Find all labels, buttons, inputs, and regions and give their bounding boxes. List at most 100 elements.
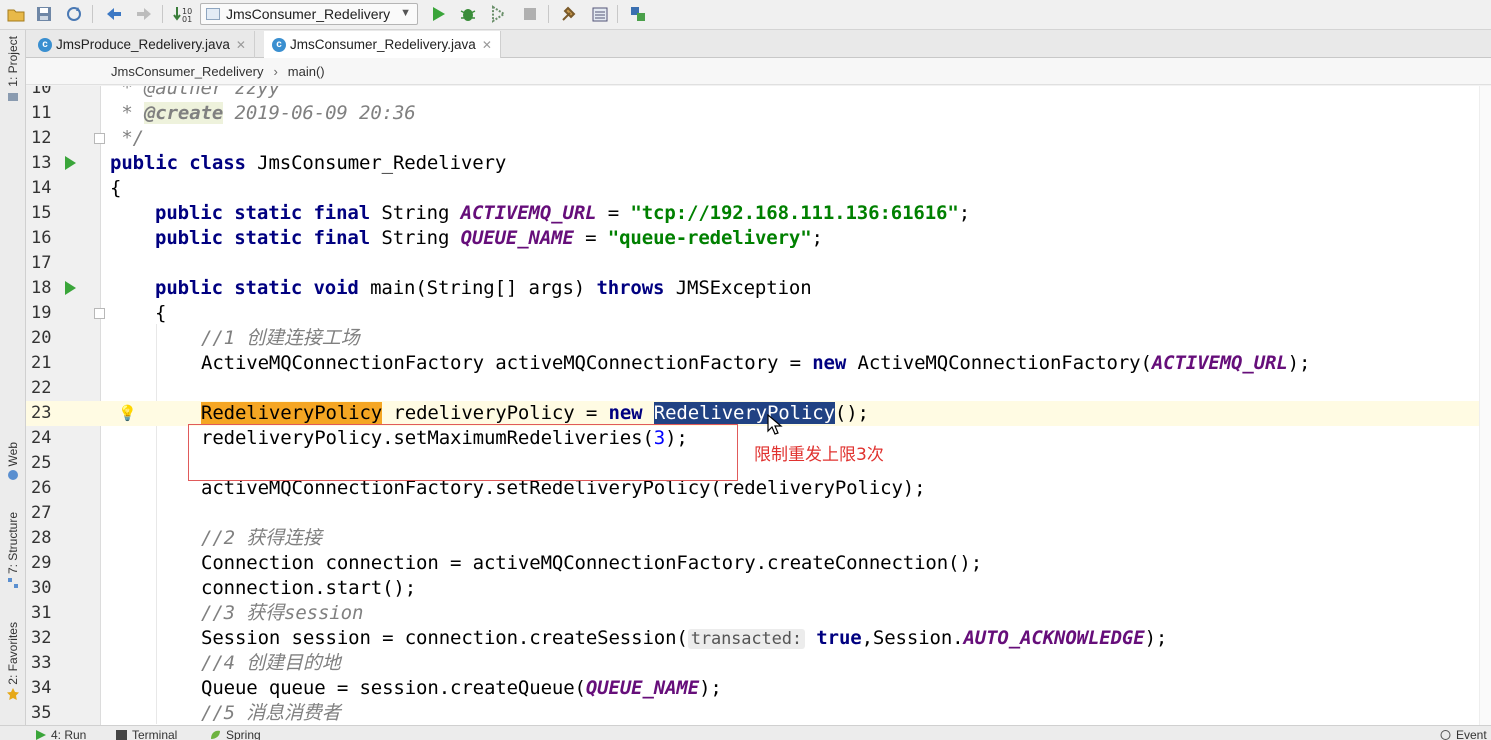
vcs-icon[interactable] xyxy=(626,3,650,25)
vertical-scrollbar[interactable] xyxy=(1479,86,1491,725)
code-text: Connection connection = activeMQConnecti… xyxy=(201,552,983,574)
code-text: public class JmsConsumer_Redelivery xyxy=(110,152,507,174)
save-icon[interactable] xyxy=(32,3,56,25)
run-gutter-icon[interactable] xyxy=(64,281,76,295)
code-line: 28 //2 获得连接 xyxy=(26,526,1491,551)
run-tool-tab[interactable]: 4: Run xyxy=(35,728,86,740)
globe-icon xyxy=(8,470,18,481)
project-tool-tab[interactable]: 1: Project xyxy=(4,36,22,102)
code-editor[interactable]: 10 * @auther zzyy 11 * @create 2019-06-0… xyxy=(26,86,1491,725)
code-text: Session session = connection.createSessi… xyxy=(201,627,1168,649)
line-number: 22 xyxy=(31,378,52,398)
line-number: 27 xyxy=(31,503,52,523)
sync-icon[interactable] xyxy=(62,3,86,25)
build-icon[interactable]: 10 01 xyxy=(170,3,194,25)
terminal-tool-tab[interactable]: Terminal xyxy=(116,728,177,740)
bottom-tool-bar: 4: Run Terminal Spring Event xyxy=(0,725,1491,740)
breadcrumb-class[interactable]: JmsConsumer_Redelivery xyxy=(111,64,263,79)
coverage-icon[interactable] xyxy=(486,3,510,25)
close-icon[interactable]: ✕ xyxy=(236,38,246,52)
code-line: 29 Connection connection = activeMQConne… xyxy=(26,551,1491,576)
star-icon xyxy=(7,687,19,700)
run-tab-label: 4: Run xyxy=(51,728,87,740)
terminal-icon xyxy=(116,730,127,740)
fold-marker[interactable] xyxy=(94,308,105,319)
code-line: 32 Session session = connection.createSe… xyxy=(26,626,1491,651)
tab-jmsconsumer-redelivery[interactable]: c JmsConsumer_Redelivery.java ✕ xyxy=(264,31,501,58)
line-number: 32 xyxy=(31,628,52,648)
code-comment: //1 创建连接工场 xyxy=(201,327,360,349)
spring-tool-tab[interactable]: Spring xyxy=(210,728,261,740)
chevron-down-icon: ▼ xyxy=(400,7,411,19)
code-line: 14 { xyxy=(26,176,1491,201)
forward-icon[interactable] xyxy=(132,3,156,25)
fold-marker[interactable] xyxy=(94,133,105,144)
folder-icon xyxy=(8,92,18,101)
run-configuration-select[interactable]: JmsConsumer_Redelivery ▼ xyxy=(200,3,418,25)
spring-tab-label: Spring xyxy=(226,728,261,740)
open-folder-icon[interactable] xyxy=(4,3,28,25)
event-log-icon xyxy=(1440,730,1451,740)
annotation-text: 限制重发上限3次 xyxy=(754,445,884,465)
code-text: public static final String QUEUE_NAME = … xyxy=(155,227,823,249)
code-text: public static final String ACTIVEMQ_URL … xyxy=(155,202,971,224)
code-line: 12 */ xyxy=(26,126,1491,151)
stop-icon[interactable] xyxy=(518,3,542,25)
line-number: 15 xyxy=(31,203,52,223)
line-number: 23 xyxy=(31,403,52,423)
code-line: 27 xyxy=(26,501,1491,526)
class-icon: c xyxy=(38,37,52,52)
code-comment: //4 创建目的地 xyxy=(201,652,341,674)
lightbulb-icon[interactable]: 💡 xyxy=(118,404,137,422)
config-icon xyxy=(206,8,220,20)
run-icon xyxy=(36,730,46,740)
selected-text: RedeliveryPolicy xyxy=(653,402,835,424)
parameter-hint: transacted: xyxy=(687,629,805,649)
line-number: 24 xyxy=(31,428,52,448)
web-tab-label: Web xyxy=(6,442,20,467)
line-number: 13 xyxy=(31,153,52,173)
line-number: 35 xyxy=(31,703,52,723)
project-tab-label: 1: Project xyxy=(6,36,20,87)
line-number: 29 xyxy=(31,553,52,573)
code-line: 35 //5 消息消费者 xyxy=(26,701,1491,725)
code-line: 30 connection.start(); xyxy=(26,576,1491,601)
run-icon[interactable] xyxy=(426,3,450,25)
code-line: 18 public static void main(String[] args… xyxy=(26,276,1491,301)
structure-tab-label: 7: Structure xyxy=(6,512,20,575)
event-log-tab[interactable]: Event xyxy=(1440,728,1487,740)
line-number: 26 xyxy=(31,478,52,498)
code-text: Queue queue = session.createQueue(QUEUE_… xyxy=(201,677,722,699)
breadcrumb-method[interactable]: main() xyxy=(288,64,325,79)
mouse-pointer-icon xyxy=(767,414,783,435)
line-number: 31 xyxy=(31,603,52,623)
run-gutter-icon[interactable] xyxy=(64,156,76,170)
tab-jmsproduce-redelivery[interactable]: c JmsProduce_Redelivery.java ✕ xyxy=(30,31,255,58)
back-icon[interactable] xyxy=(102,3,126,25)
favorites-tab-label: 2: Favorites xyxy=(6,622,20,685)
favorites-tool-tab[interactable]: 2: Favorites xyxy=(4,622,22,700)
code-text: { xyxy=(110,177,122,199)
debug-icon[interactable] xyxy=(456,3,480,25)
close-icon[interactable]: ✕ xyxy=(482,38,492,52)
web-tool-tab[interactable]: Web xyxy=(4,442,22,481)
code-text: ActiveMQConnectionFactory activeMQConnec… xyxy=(201,352,1311,374)
project-structure-icon[interactable] xyxy=(557,3,581,25)
annotation-box xyxy=(188,424,738,481)
structure-tool-tab[interactable]: 7: Structure xyxy=(4,512,22,589)
code-line: 17 xyxy=(26,251,1491,276)
code-line: 13 public class JmsConsumer_Redelivery xyxy=(26,151,1491,176)
line-number: 20 xyxy=(31,328,52,348)
code-text: * @auther zzyy xyxy=(110,86,280,99)
highlighted-type: RedeliveryPolicy xyxy=(201,402,383,424)
code-line: 20 //1 创建连接工场 xyxy=(26,326,1491,351)
sdk-icon[interactable] xyxy=(588,3,612,25)
line-number: 21 xyxy=(31,353,52,373)
code-line: 19 { xyxy=(26,301,1491,326)
editor-tabs: c JmsProduce_Redelivery.java ✕ c JmsCons… xyxy=(26,30,1491,58)
line-number: 16 xyxy=(31,228,52,248)
run-config-label: JmsConsumer_Redelivery xyxy=(226,6,391,22)
code-text: public static void main(String[] args) t… xyxy=(155,277,812,299)
code-line: 22 xyxy=(26,376,1491,401)
code-line: 21 ActiveMQConnectionFactory activeMQCon… xyxy=(26,351,1491,376)
